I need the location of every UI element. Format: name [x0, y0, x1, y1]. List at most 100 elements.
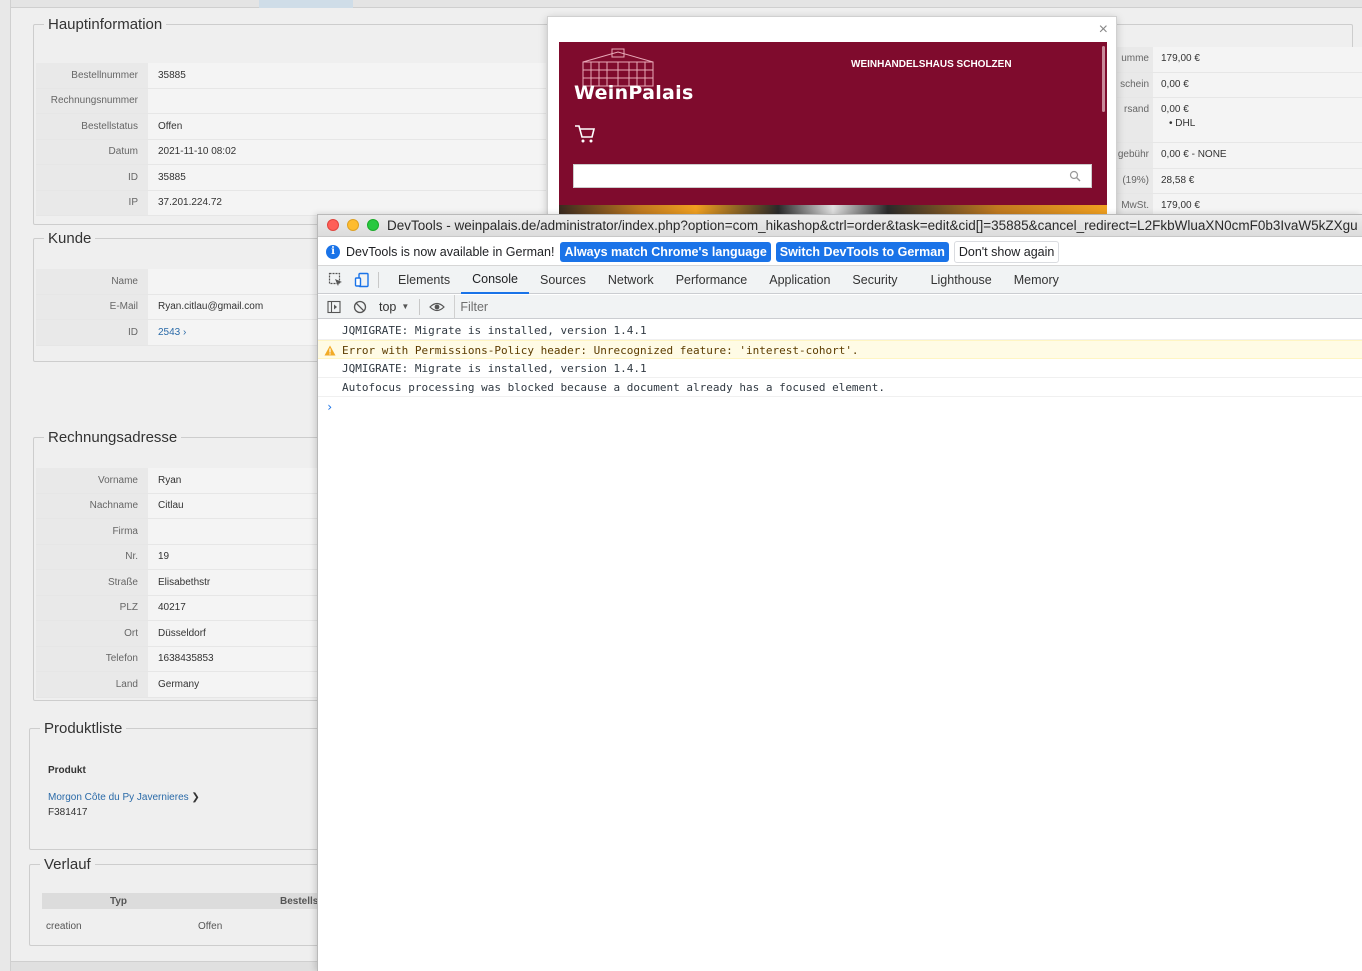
produktliste-legend: Produktliste	[44, 720, 123, 737]
kv-row: IP 37.201.224.72	[36, 190, 546, 216]
tab-application[interactable]: Application	[758, 266, 841, 294]
history-typ: creation	[46, 921, 82, 932]
tab-elements[interactable]: Elements	[387, 266, 461, 294]
summary-amount: 28,58 €	[1161, 174, 1195, 186]
device-toolbar-icon[interactable]	[354, 272, 370, 288]
switch-to-german-button[interactable]: Switch DevTools to German	[775, 241, 949, 262]
summary-amount: 0,00 €	[1161, 78, 1189, 90]
info-icon: i	[326, 244, 340, 259]
history-col-status: Bestellst	[280, 896, 322, 907]
summary-value: 179,00 €	[1153, 47, 1362, 72]
tab-memory[interactable]: Memory	[1003, 266, 1070, 294]
tab-console[interactable]: Console	[461, 266, 529, 294]
dont-show-again-button[interactable]: Don't show again	[953, 240, 1060, 263]
tab-security[interactable]: Security	[841, 266, 908, 294]
summary-row: (19%) 28,58 €	[1109, 168, 1362, 194]
summary-value: 0,00 €	[1153, 72, 1362, 97]
console-warning: Error with Permissions-Policy header: Un…	[318, 340, 1362, 359]
kv-key: Datum	[36, 139, 148, 164]
tab-sources[interactable]: Sources	[529, 266, 597, 294]
site-preview: WeinPalais WEINHANDELSHAUS SCHOLZEN	[559, 42, 1107, 217]
produkt-column-header: Produkt	[48, 765, 86, 776]
console-output: JQMIGRATE: Migrate is installed, version…	[318, 321, 1362, 417]
kv-row: Datum 2021-11-10 08:02	[36, 139, 546, 165]
summary-row: umme 179,00 €	[1109, 47, 1362, 73]
console-message: JQMIGRATE: Migrate is installed, version…	[318, 321, 1362, 340]
history-table-header: Typ Bestellst	[42, 893, 342, 909]
sidebar-toggle-icon[interactable]	[327, 300, 341, 314]
kv-value	[148, 88, 546, 113]
devtools-titlebar[interactable]: DevTools - weinpalais.de/administrator/i…	[318, 215, 1362, 237]
tab-performance[interactable]: Performance	[665, 266, 759, 294]
history-col-typ: Typ	[110, 896, 128, 907]
site-preview-modal: × WeinPalais WEINHANDELSHAUS SCHOLZEN	[547, 16, 1117, 217]
kunde-legend: Kunde	[48, 230, 92, 247]
window-title: DevTools - weinpalais.de/administrator/i…	[387, 218, 1358, 233]
kv-key: Land	[36, 672, 148, 697]
kv-key: PLZ	[36, 595, 148, 620]
context-value: top	[379, 299, 397, 314]
kv-value: 37.201.224.72	[148, 190, 546, 215]
kv-value: 35885	[148, 63, 546, 88]
devtools-tabbar: Elements Console Sources Network Perform…	[318, 266, 1362, 294]
kv-key: Telefon	[36, 646, 148, 671]
kv-key: IP	[36, 190, 148, 215]
language-infobar: i DevTools is now available in German! A…	[318, 238, 1362, 266]
summary-value: 0,00 € - NONE	[1153, 143, 1362, 168]
console-toolbar: top ▼ Filter	[318, 294, 1362, 319]
warning-icon	[324, 345, 336, 356]
kv-key: Nr.	[36, 544, 148, 569]
cart-icon[interactable]	[574, 124, 596, 144]
chevron-right-icon: ❯	[191, 792, 200, 803]
kv-key: Straße	[36, 570, 148, 595]
site-scrollbar[interactable]	[1102, 46, 1105, 112]
summary-amount: 0,00 € - NONE	[1161, 149, 1227, 160]
chevron-down-icon: ▼	[401, 302, 410, 311]
kv-row: ID 35885	[36, 165, 546, 191]
rechnungsadresse-legend: Rechnungsadresse	[48, 429, 178, 446]
site-logo-text[interactable]: WeinPalais	[574, 82, 694, 104]
match-language-button[interactable]: Always match Chrome's language	[560, 241, 771, 262]
eye-icon[interactable]	[429, 300, 446, 314]
admin-top-tabs	[11, 0, 1362, 8]
close-icon[interactable]: ×	[1099, 21, 1108, 39]
summary-amount: 0,00 €	[1161, 104, 1189, 115]
kv-key: E-Mail	[36, 294, 148, 319]
kv-key: Bestellnummer	[36, 63, 148, 88]
tab-lighthouse[interactable]: Lighthouse	[909, 266, 1003, 294]
console-prompt[interactable]: ›	[318, 397, 1362, 417]
verlauf-legend: Verlauf	[44, 856, 91, 873]
kv-key: Firma	[36, 519, 148, 544]
kv-value: 2021-11-10 08:02	[148, 139, 546, 164]
summary-row: schein 0,00 €	[1109, 72, 1362, 98]
zoom-window-button[interactable]	[367, 219, 379, 231]
summary-value: 28,58 €	[1153, 168, 1362, 193]
kv-key: Rechnungsnummer	[36, 88, 148, 113]
console-message: JQMIGRATE: Migrate is installed, version…	[318, 359, 1362, 378]
clear-console-icon[interactable]	[353, 300, 367, 314]
summary-row: rsand 0,00 € • DHL	[1109, 98, 1362, 143]
site-name: WEINHANDELSHAUS SCHOLZEN	[851, 59, 1012, 70]
product-link[interactable]: Morgon Côte du Py Javernieres ❯	[48, 792, 200, 803]
kv-key: Bestellstatus	[36, 114, 148, 139]
shipping-method: • DHL	[1169, 118, 1196, 129]
history-status: Offen	[198, 921, 223, 932]
product-name[interactable]: Morgon Côte du Py Javernieres	[48, 792, 189, 803]
summary-row: gebühr 0,00 € - NONE	[1109, 143, 1362, 169]
kv-key: ID	[36, 320, 148, 345]
close-window-button[interactable]	[327, 219, 339, 231]
kv-key: Name	[36, 269, 148, 294]
console-filter-input[interactable]: Filter	[454, 294, 1362, 319]
search-icon[interactable]	[1069, 170, 1081, 182]
site-search-input[interactable]	[573, 164, 1092, 188]
inspect-element-icon[interactable]	[328, 272, 344, 288]
kv-row: Bestellnummer 35885	[36, 63, 546, 89]
kv-value: Offen	[148, 114, 546, 139]
devtools-window: DevTools - weinpalais.de/administrator/i…	[317, 214, 1362, 971]
context-selector[interactable]: top ▼	[379, 300, 409, 314]
infobar-message: DevTools is now available in German!	[346, 244, 555, 259]
minimize-window-button[interactable]	[347, 219, 359, 231]
kv-key: ID	[36, 165, 148, 190]
tab-network[interactable]: Network	[597, 266, 665, 294]
admin-active-tab[interactable]	[259, 0, 353, 8]
